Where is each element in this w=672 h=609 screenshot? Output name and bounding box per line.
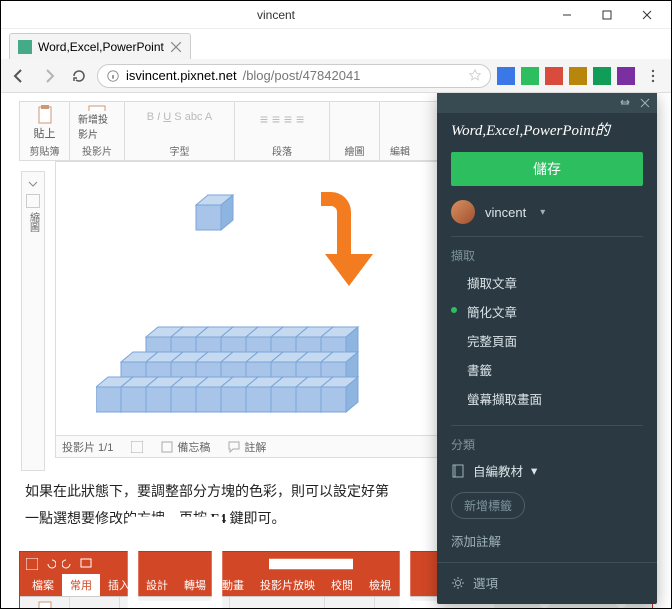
page-viewport: 貼上 剪貼簿 新增投影片 投影片 B I U S abc A 字型 ≡ ≡ ≡ … — [1, 93, 671, 608]
comments-icon — [228, 441, 240, 453]
clipper-item-fullpage[interactable]: 完整頁面 — [437, 326, 657, 355]
gear-icon — [451, 576, 465, 590]
paste-label: 貼上 — [34, 125, 56, 141]
ppt-tab-slideshow[interactable]: 投影片放映 — [252, 574, 323, 596]
browser-tab[interactable]: Word,Excel,PowerPoint — [9, 33, 191, 59]
clipper-section-category: 分類 — [437, 430, 657, 455]
ppt-tab-file[interactable]: 檔案 — [24, 574, 62, 596]
clipper-item-simplified[interactable]: 簡化文章 — [437, 297, 657, 326]
window-title: vincent — [5, 8, 547, 22]
group-clipboard: 剪貼簿 — [30, 143, 60, 158]
article-line1: 如果在此狀態下，要調整部分方塊的色彩，則可以設定好第 — [25, 485, 389, 500]
ext-icon-1[interactable] — [497, 67, 515, 85]
clipper-options-row[interactable]: 選項 — [437, 562, 657, 604]
clipper-item-screenshot[interactable]: 螢幕擷取畫面 — [437, 384, 657, 413]
extension-icons — [497, 67, 635, 85]
slide-thumbnail-pane: 縮圖 — [21, 171, 45, 471]
url-host: isvincent.pixnet.net — [126, 68, 237, 83]
group-paragraph: 段落 — [272, 143, 292, 158]
ext-icon-5[interactable] — [593, 67, 611, 85]
window-maximize[interactable] — [587, 3, 627, 27]
address-field[interactable]: isvincent.pixnet.net/blog/post/47842041 — [97, 64, 491, 88]
ext-icon-evernote[interactable] — [521, 67, 539, 85]
browser-addrbar: isvincent.pixnet.net/blog/post/47842041 — [1, 59, 671, 93]
arrow-illustration — [321, 192, 351, 262]
clipper-item-bookmark[interactable]: 書籤 — [437, 355, 657, 384]
tab-title: Word,Excel,PowerPoint — [38, 40, 164, 54]
clipper-annotate-link[interactable]: 添加註解 — [437, 525, 657, 556]
cube-stairs — [96, 312, 436, 422]
clipper-item-article[interactable]: 擷取文章 — [437, 268, 657, 297]
browser-menu-button[interactable] — [641, 64, 665, 88]
ext-icon-onenote[interactable] — [617, 67, 635, 85]
clipper-notebook-name: 自編教材 — [473, 461, 523, 480]
tab-close-icon[interactable] — [170, 41, 182, 53]
thumbnail-label: 縮圖 — [26, 212, 41, 232]
status-comments: 註解 — [228, 439, 266, 455]
user-avatar — [451, 200, 475, 224]
paste-icon — [35, 600, 55, 608]
ext-icon-3[interactable] — [545, 67, 563, 85]
notebook-icon — [451, 464, 465, 478]
ppt-tab-animations[interactable]: 動畫 — [214, 574, 252, 596]
clipper-close-icon[interactable] — [639, 97, 651, 109]
chevron-down-icon: ▾ — [531, 463, 537, 478]
ppt-tab-transitions[interactable]: 轉場 — [176, 574, 214, 596]
tab-favicon-icon — [18, 40, 32, 54]
clipper-title: Word,Excel,PowerPoint的 — [437, 113, 657, 152]
nav-reload-button[interactable] — [67, 64, 91, 88]
ppt-start-icon — [80, 558, 92, 570]
clipper-options-label: 選項 — [473, 573, 498, 592]
ppt-save-icon — [26, 558, 38, 570]
ppt-tab-view[interactable]: 檢視 — [361, 574, 399, 596]
paste-icon — [35, 105, 55, 125]
group-edit: 編輯 — [390, 143, 410, 158]
ext-icon-4[interactable] — [569, 67, 587, 85]
group-slides: 投影片 — [82, 143, 112, 158]
clipper-tag-input[interactable]: 新增標籤 — [451, 492, 525, 519]
new-slide-icon — [87, 104, 107, 111]
ppt-tab-design[interactable]: 設計 — [138, 574, 176, 596]
clipper-notebook-row[interactable]: 自編教材 ▾ — [437, 455, 657, 486]
new-slide-label: 新增投影片 — [78, 111, 116, 141]
chevron-down-icon: ▾ — [540, 207, 545, 218]
clipper-username: vincent — [485, 205, 526, 220]
site-info-icon[interactable] — [106, 69, 120, 83]
browser-tabstrip: Word,Excel,PowerPoint — [1, 29, 671, 59]
slide-counter: 投影片 1/1 — [62, 439, 113, 455]
chevron-icon — [27, 178, 39, 190]
bookmark-star-icon[interactable] — [468, 69, 482, 83]
ppt-tab-insert[interactable]: 插入 — [100, 574, 138, 596]
nav-back-button[interactable] — [7, 64, 31, 88]
status-notes: 備忘稿 — [161, 439, 210, 455]
ppt-undo-icon — [44, 558, 56, 570]
clipper-user-row[interactable]: vincent ▾ — [451, 200, 643, 224]
thumbnail-icon — [26, 194, 40, 208]
ppt-tab-review[interactable]: 校閱 — [323, 574, 361, 596]
window-close[interactable] — [627, 3, 667, 27]
evernote-clipper-panel: Word,Excel,PowerPoint的 儲存 vincent ▾ 擷取 擷… — [437, 93, 657, 604]
ppt-tab-home[interactable]: 常用 — [62, 574, 100, 596]
notes-icon — [161, 441, 173, 453]
group-font: 字型 — [170, 143, 190, 158]
group-draw: 繪圖 — [345, 143, 365, 158]
cube-single — [186, 190, 246, 240]
window-minimize[interactable] — [547, 3, 587, 27]
clipper-section-capture: 擷取 — [437, 241, 657, 266]
nav-forward-button[interactable] — [37, 64, 61, 88]
clipper-expand-icon[interactable] — [619, 97, 631, 109]
status-lang-icon — [131, 441, 143, 453]
window-titlebar: vincent — [1, 1, 671, 29]
url-path: /blog/post/47842041 — [243, 68, 361, 83]
clipper-save-button[interactable]: 儲存 — [451, 152, 643, 186]
ppt-redo-icon — [62, 558, 74, 570]
